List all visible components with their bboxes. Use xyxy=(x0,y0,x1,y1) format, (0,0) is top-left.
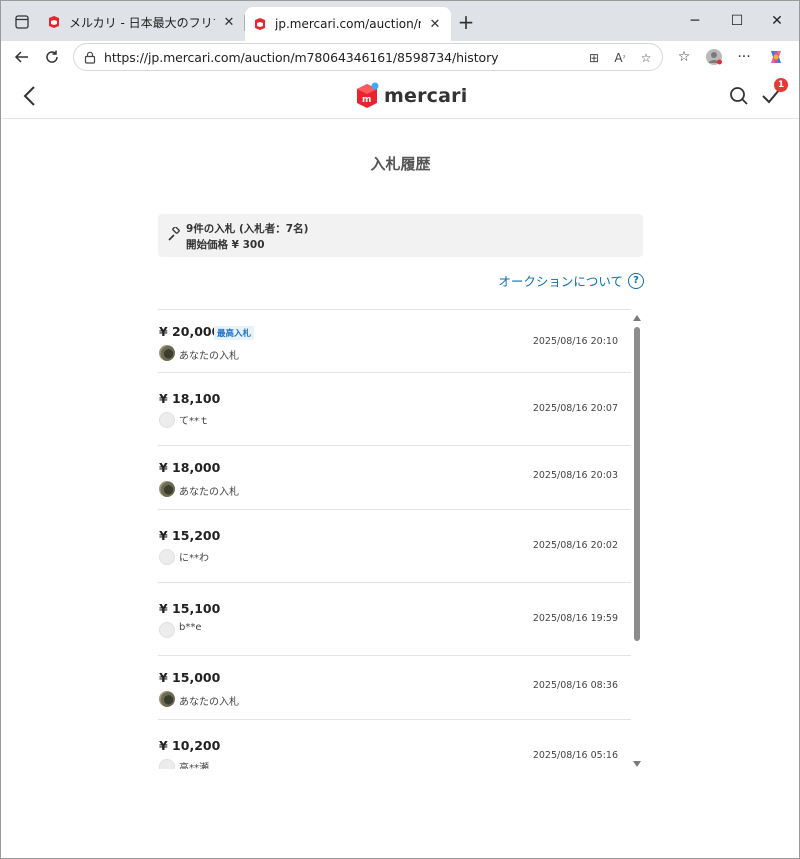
close-icon: ✕ xyxy=(771,13,783,29)
minimize-button[interactable]: ─ xyxy=(675,7,715,35)
tab-title: メルカリ - 日本最大のフリマサービス xyxy=(69,15,215,30)
bid-price: ¥ 15,100 xyxy=(159,601,221,616)
mercari-logo-icon: m xyxy=(357,82,379,108)
new-tab-button[interactable]: + xyxy=(453,10,479,34)
bid-time: 2025/08/16 20:10 xyxy=(532,336,618,347)
avatar xyxy=(159,549,175,565)
close-icon[interactable]: ✕ xyxy=(221,15,237,30)
search-button[interactable] xyxy=(728,85,750,107)
copilot-logo-icon xyxy=(771,51,781,63)
avatar xyxy=(159,622,175,638)
tab-actions-icon xyxy=(15,15,29,29)
bid-time: 2025/08/16 20:03 xyxy=(532,470,618,481)
scroll-down-arrow-icon[interactable] xyxy=(633,761,641,767)
lock-icon xyxy=(84,51,96,64)
mercari-logo[interactable]: m mercari xyxy=(354,81,467,111)
logo-wordmark: mercari xyxy=(384,85,468,107)
bidder-name: あなたの入札 xyxy=(179,487,239,498)
favorite-star-icon[interactable]: ☆ xyxy=(636,48,656,68)
bid-price: ¥ 10,200 xyxy=(159,738,221,753)
tab-title: jp.mercari.com/auction/m78064346161/8598… xyxy=(275,17,421,31)
bid-summary-box: 9件の入札 (入札者：7名) 開始価格 ¥ 300 xyxy=(158,214,643,257)
bid-row: ¥ 15,000 あなたの入札 2025/08/16 08:36 xyxy=(158,656,631,720)
about-auction-link[interactable]: オークションについて ? xyxy=(498,271,644,290)
gavel-icon xyxy=(168,227,180,241)
svg-text:m: m xyxy=(362,95,371,105)
site-header: m mercari 1 xyxy=(2,73,799,119)
bid-row: ¥ 15,100 b**e 2025/08/16 19:59 xyxy=(158,583,631,656)
more-menu-icon[interactable]: ··· xyxy=(731,44,757,70)
mercari-favicon-icon xyxy=(255,18,265,30)
bid-row: ¥ 18,000 あなたの入札 2025/08/16 20:03 xyxy=(158,446,631,510)
chevron-left-icon xyxy=(23,86,35,106)
minimize-icon: ─ xyxy=(690,13,700,29)
start-price-text: 開始価格 ¥ 300 xyxy=(186,239,265,251)
bid-history-list[interactable]: ¥ 20,000 最高入札 あなたの入札 2025/08/16 20:10 ¥ … xyxy=(158,309,631,769)
bid-time: 2025/08/16 05:16 xyxy=(532,750,618,761)
page-content: m mercari 1 入札履歴 9件の入札 (入札者：7名) 開始価格 ¥ 3… xyxy=(2,73,799,858)
bid-row: ¥ 20,000 最高入札 あなたの入札 2025/08/16 20:10 xyxy=(158,310,631,373)
bidder-name: て**ｔ xyxy=(179,416,209,427)
bid-row: ¥ 18,100 て**ｔ 2025/08/16 20:07 xyxy=(158,373,631,446)
browser-toolbar: https://jp.mercari.com/auction/m78064346… xyxy=(1,41,799,73)
address-bar[interactable]: https://jp.mercari.com/auction/m78064346… xyxy=(73,43,663,71)
notification-badge: 1 xyxy=(774,78,788,92)
reload-button[interactable] xyxy=(39,44,65,70)
bid-time: 2025/08/16 20:02 xyxy=(532,540,618,551)
bid-time: 2025/08/16 20:07 xyxy=(532,403,618,414)
bid-time: 2025/08/16 08:36 xyxy=(532,680,618,691)
bid-row: ¥ 10,200 高**瀬 2025/08/16 05:16 xyxy=(158,720,631,769)
bid-price: ¥ 18,100 xyxy=(159,391,221,406)
bid-price: ¥ 15,000 xyxy=(159,670,221,685)
avatar xyxy=(159,691,175,707)
scrollbar-thumb[interactable] xyxy=(634,327,640,641)
bidder-name: に**わ xyxy=(179,553,209,564)
page-title: 入札履歴 xyxy=(370,155,431,173)
mercari-favicon-icon xyxy=(49,16,59,28)
close-window-button[interactable]: ✕ xyxy=(757,7,797,35)
arrow-left-icon xyxy=(14,51,28,63)
bid-row: ¥ 15,200 に**わ 2025/08/16 20:02 xyxy=(158,510,631,583)
profile-avatar[interactable] xyxy=(701,44,727,70)
bid-time: 2025/08/16 19:59 xyxy=(532,613,618,624)
bid-price: ¥ 18,000 xyxy=(159,460,221,475)
close-icon[interactable]: ✕ xyxy=(427,17,443,32)
list-scrollbar[interactable] xyxy=(632,311,642,771)
bidder-name: 高**瀬 xyxy=(179,763,209,769)
bidder-name: あなたの入札 xyxy=(179,351,239,362)
search-icon xyxy=(730,87,748,105)
bid-price: ¥ 20,000 xyxy=(159,324,221,339)
url-text: https://jp.mercari.com/auction/m78064346… xyxy=(104,49,499,65)
tab-mercari-home[interactable]: メルカリ - 日本最大のフリマサービス ✕ xyxy=(39,7,245,37)
copilot-icon[interactable] xyxy=(763,44,789,70)
highest-bid-badge: 最高入札 xyxy=(214,326,255,340)
about-auction-label: オークションについて xyxy=(498,274,623,289)
profile-icon xyxy=(706,49,722,65)
avatar xyxy=(159,345,175,361)
browser-window: メルカリ - 日本最大のフリマサービス ✕ jp.mercari.com/auc… xyxy=(0,0,800,859)
bid-price: ¥ 15,200 xyxy=(159,528,221,543)
reload-icon xyxy=(46,50,58,63)
avatar xyxy=(159,412,175,428)
back-button[interactable] xyxy=(20,84,42,108)
tab-actions-button[interactable] xyxy=(9,10,35,34)
help-icon: ? xyxy=(628,272,644,289)
maximize-button[interactable]: ☐ xyxy=(717,7,757,35)
bidder-name: b**e xyxy=(179,622,202,633)
bid-count-text: 9件の入札 (入札者：7名) xyxy=(186,223,309,235)
avatar xyxy=(159,481,175,497)
maximize-icon: ☐ xyxy=(730,13,744,29)
apps-icon[interactable]: ⊞ xyxy=(584,48,604,68)
avatar xyxy=(159,759,175,769)
back-nav-button[interactable] xyxy=(9,44,35,70)
bidder-name: あなたの入札 xyxy=(179,697,239,708)
tab-auction-history[interactable]: jp.mercari.com/auction/m78064346161/8598… xyxy=(245,7,451,41)
scroll-up-arrow-icon[interactable] xyxy=(633,315,641,321)
read-aloud-icon[interactable]: Aˀ xyxy=(610,48,630,68)
tab-strip: メルカリ - 日本最大のフリマサービス ✕ jp.mercari.com/auc… xyxy=(1,1,799,41)
favorites-icon[interactable]: ☆ xyxy=(671,44,697,70)
plus-icon: + xyxy=(457,10,475,34)
